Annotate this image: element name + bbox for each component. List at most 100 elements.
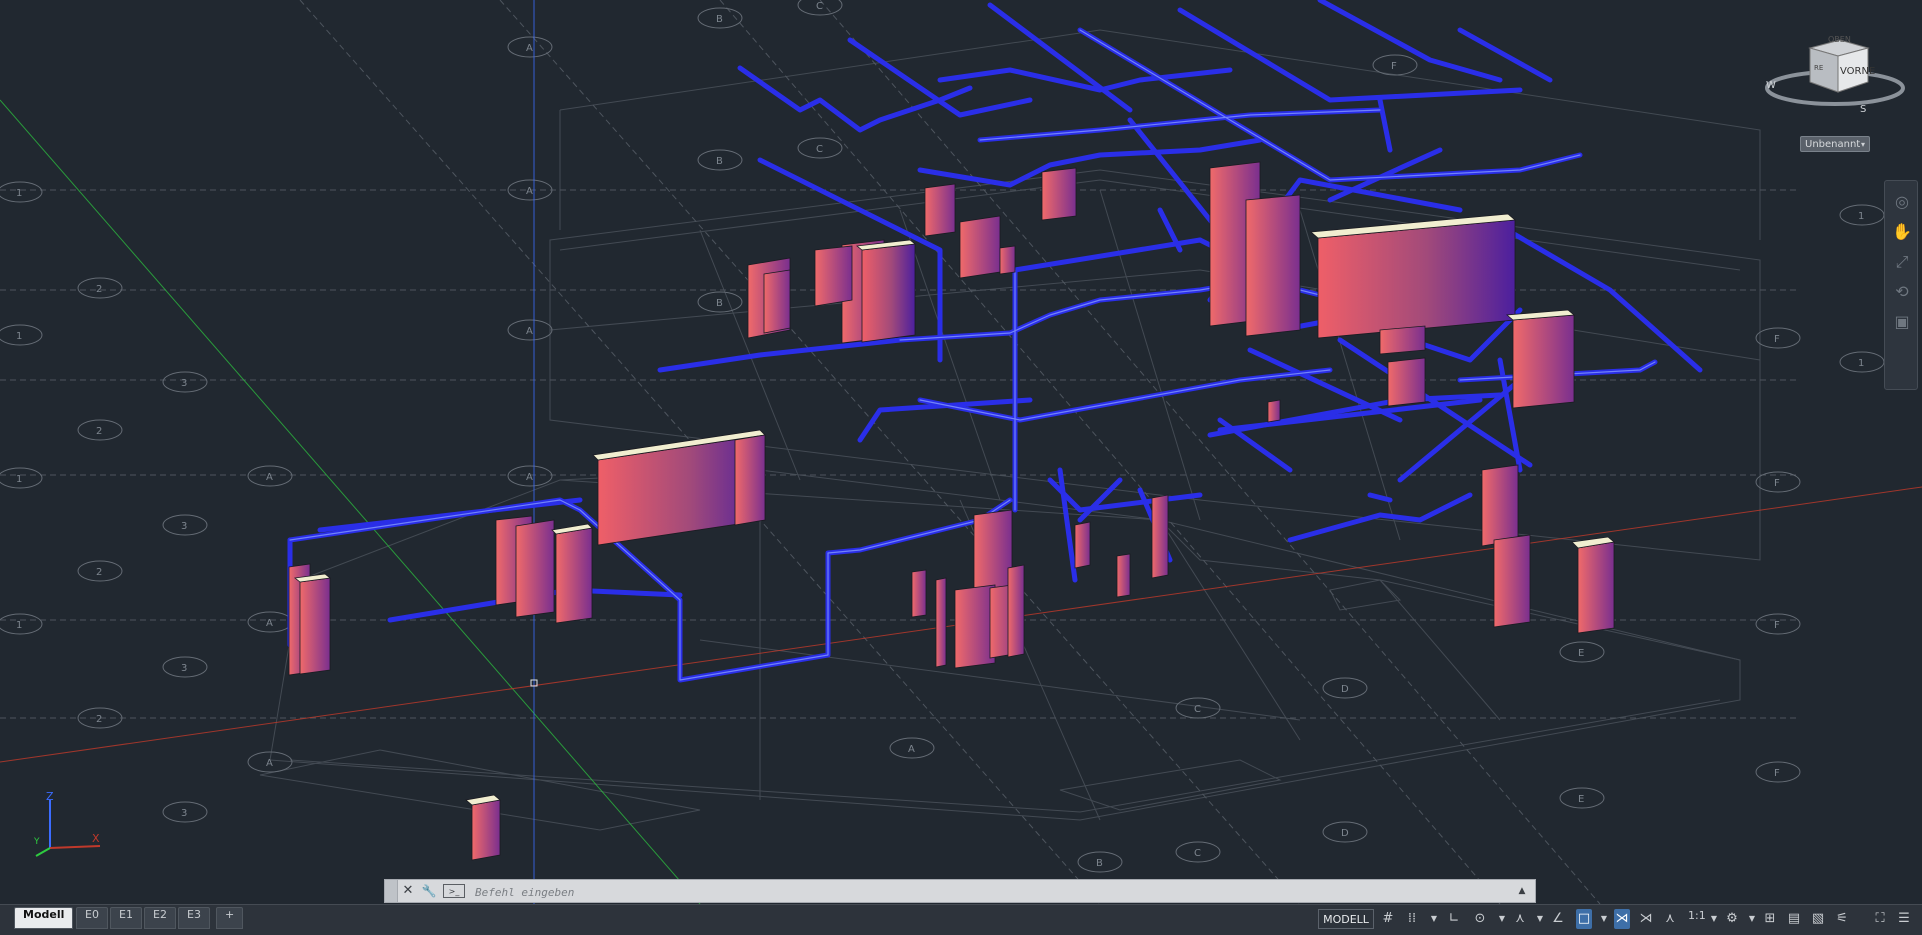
svg-text:B: B xyxy=(716,156,723,167)
svg-text:3: 3 xyxy=(181,378,187,389)
close-icon[interactable]: ✕ xyxy=(400,882,416,900)
svg-text:1: 1 xyxy=(16,620,22,631)
svg-text:A: A xyxy=(526,472,533,483)
status-bar: Modell E0 E1 E2 E3 + MODELL # ⁞⁞ ▼ ∟ ⊙ ▼… xyxy=(0,904,1922,935)
isolate-objects-icon[interactable]: ⊞ xyxy=(1762,909,1778,929)
chevron-down-icon[interactable]: ▼ xyxy=(1532,909,1548,929)
gear-icon[interactable]: ⚙ xyxy=(1724,909,1740,929)
svg-text:A: A xyxy=(266,472,273,483)
tab-e0[interactable]: E0 xyxy=(76,907,108,929)
svg-text:B: B xyxy=(716,14,723,25)
svg-text:F: F xyxy=(1774,478,1780,489)
svg-text:S: S xyxy=(1860,104,1866,115)
svg-text:2: 2 xyxy=(96,714,102,725)
svg-text:C: C xyxy=(1194,704,1201,715)
chevron-down-icon[interactable]: ▼ xyxy=(1426,909,1442,929)
tab-modell[interactable]: Modell xyxy=(14,907,74,929)
svg-text:F: F xyxy=(1774,620,1780,631)
auto-scale-icon[interactable]: ⋊ xyxy=(1638,909,1654,929)
chevron-up-icon[interactable]: ▲ xyxy=(1515,882,1529,900)
polar-tracking-icon[interactable]: ⊙ xyxy=(1472,909,1488,929)
snap-mode-icon[interactable]: ⁞⁞ xyxy=(1404,909,1420,929)
grid-bubble-labels: B C A B C A A A B A A A 1 1 1 1 2 2 2 2 … xyxy=(16,1,1864,869)
svg-text:X: X xyxy=(92,832,100,845)
world-axes xyxy=(0,0,1922,904)
navigation-bar[interactable]: ◎ ✋ ⤢ ⟲ ▣ xyxy=(1884,180,1918,390)
scale-selector[interactable]: 1:1 xyxy=(1688,909,1706,929)
object-snap-tracking-icon[interactable]: ∠ xyxy=(1550,909,1566,929)
clean-screen-icon[interactable]: ▧ xyxy=(1810,909,1826,929)
pan-icon[interactable]: ✋ xyxy=(1891,221,1913,243)
named-view-dropdown[interactable]: Unbenannt ▾ xyxy=(1800,136,1870,152)
svg-text:D: D xyxy=(1341,684,1349,695)
svg-text:A: A xyxy=(526,186,533,197)
grid-bubbles xyxy=(0,0,1885,873)
model-space-canvas[interactable]: B C A B C A A A B A A A 1 1 1 1 2 2 2 2 … xyxy=(0,0,1922,904)
svg-text:1: 1 xyxy=(1858,358,1864,369)
svg-text:B: B xyxy=(716,298,723,309)
drawing-viewport[interactable]: B C A B C A A A B A A A 1 1 1 1 2 2 2 2 … xyxy=(0,0,1922,904)
svg-text:A: A xyxy=(526,43,533,54)
svg-text:C: C xyxy=(1194,848,1201,859)
svg-text:3: 3 xyxy=(181,521,187,532)
svg-text:A: A xyxy=(266,618,273,629)
svg-text:C: C xyxy=(816,144,823,155)
fullscreen-icon[interactable]: ⛶ xyxy=(1872,909,1888,929)
command-prompt-icon[interactable]: >_ xyxy=(443,884,465,898)
svg-text:A: A xyxy=(908,744,915,755)
annotation-visibility-icon[interactable]: ⋊ xyxy=(1614,909,1630,929)
svg-text:2: 2 xyxy=(96,426,102,437)
tab-e1[interactable]: E1 xyxy=(110,907,142,929)
svg-text:1: 1 xyxy=(16,331,22,342)
svg-text:3: 3 xyxy=(181,808,187,819)
command-line[interactable]: ✕ 🔧 >_ ▲ xyxy=(384,879,1536,903)
svg-text:F: F xyxy=(1391,61,1397,72)
model-space-button[interactable]: MODELL xyxy=(1318,909,1374,929)
add-layout-button[interactable]: + xyxy=(216,907,244,929)
grid-display-icon[interactable]: # xyxy=(1380,909,1396,929)
svg-text:RE: RE xyxy=(1814,64,1823,72)
svg-text:B: B xyxy=(1096,858,1103,869)
svg-text:D: D xyxy=(1341,828,1349,839)
customization-icon[interactable]: ⚟ xyxy=(1834,909,1850,929)
object-snap-icon[interactable]: □ xyxy=(1576,909,1592,929)
command-input[interactable] xyxy=(473,882,1507,902)
svg-text:1: 1 xyxy=(1858,211,1864,222)
annotation-scale-icon[interactable]: ⋏ xyxy=(1662,909,1678,929)
chevron-down-icon[interactable]: ▼ xyxy=(1494,909,1510,929)
drag-handle[interactable] xyxy=(385,880,398,902)
chevron-down-icon: ▾ xyxy=(1860,140,1865,149)
wrench-icon[interactable]: 🔧 xyxy=(420,882,438,900)
orbit-icon[interactable]: ⟲ xyxy=(1891,281,1913,303)
chevron-down-icon[interactable]: ▼ xyxy=(1706,909,1722,929)
svg-text:E: E xyxy=(1578,794,1584,805)
isometric-drafting-icon[interactable]: ⋏ xyxy=(1512,909,1528,929)
svg-text:A: A xyxy=(526,326,533,337)
svg-text:3: 3 xyxy=(181,663,187,674)
chevron-down-icon[interactable]: ▼ xyxy=(1744,909,1760,929)
floor-plan-lines xyxy=(259,29,1761,831)
zoom-extents-icon[interactable]: ⤢ xyxy=(1891,251,1913,273)
steering-wheel-icon[interactable]: ◎ xyxy=(1891,191,1913,213)
svg-text:Y: Y xyxy=(33,837,40,847)
tab-e2[interactable]: E2 xyxy=(144,907,176,929)
svg-text:1: 1 xyxy=(16,188,22,199)
svg-text:2: 2 xyxy=(96,567,102,578)
svg-text:VORNE: VORNE xyxy=(1840,66,1875,77)
svg-text:C: C xyxy=(816,1,823,12)
svg-text:F: F xyxy=(1774,334,1780,345)
svg-text:2: 2 xyxy=(96,284,102,295)
svg-text:Z: Z xyxy=(46,790,54,803)
showmotion-icon[interactable]: ▣ xyxy=(1891,311,1913,333)
ortho-mode-icon[interactable]: ∟ xyxy=(1446,909,1462,929)
view-cube[interactable]: OBEN VORNE RE W S xyxy=(1760,10,1910,120)
svg-text:1: 1 xyxy=(16,474,22,485)
svg-text:W: W xyxy=(1766,80,1776,91)
tab-e3[interactable]: E3 xyxy=(178,907,210,929)
chevron-down-icon[interactable]: ▼ xyxy=(1596,909,1612,929)
hardware-acceleration-icon[interactable]: ▤ xyxy=(1786,909,1802,929)
named-view-label: Unbenannt xyxy=(1805,139,1861,150)
menu-icon[interactable]: ☰ xyxy=(1896,909,1912,929)
svg-text:OBEN: OBEN xyxy=(1828,35,1851,44)
svg-text:A: A xyxy=(266,758,273,769)
